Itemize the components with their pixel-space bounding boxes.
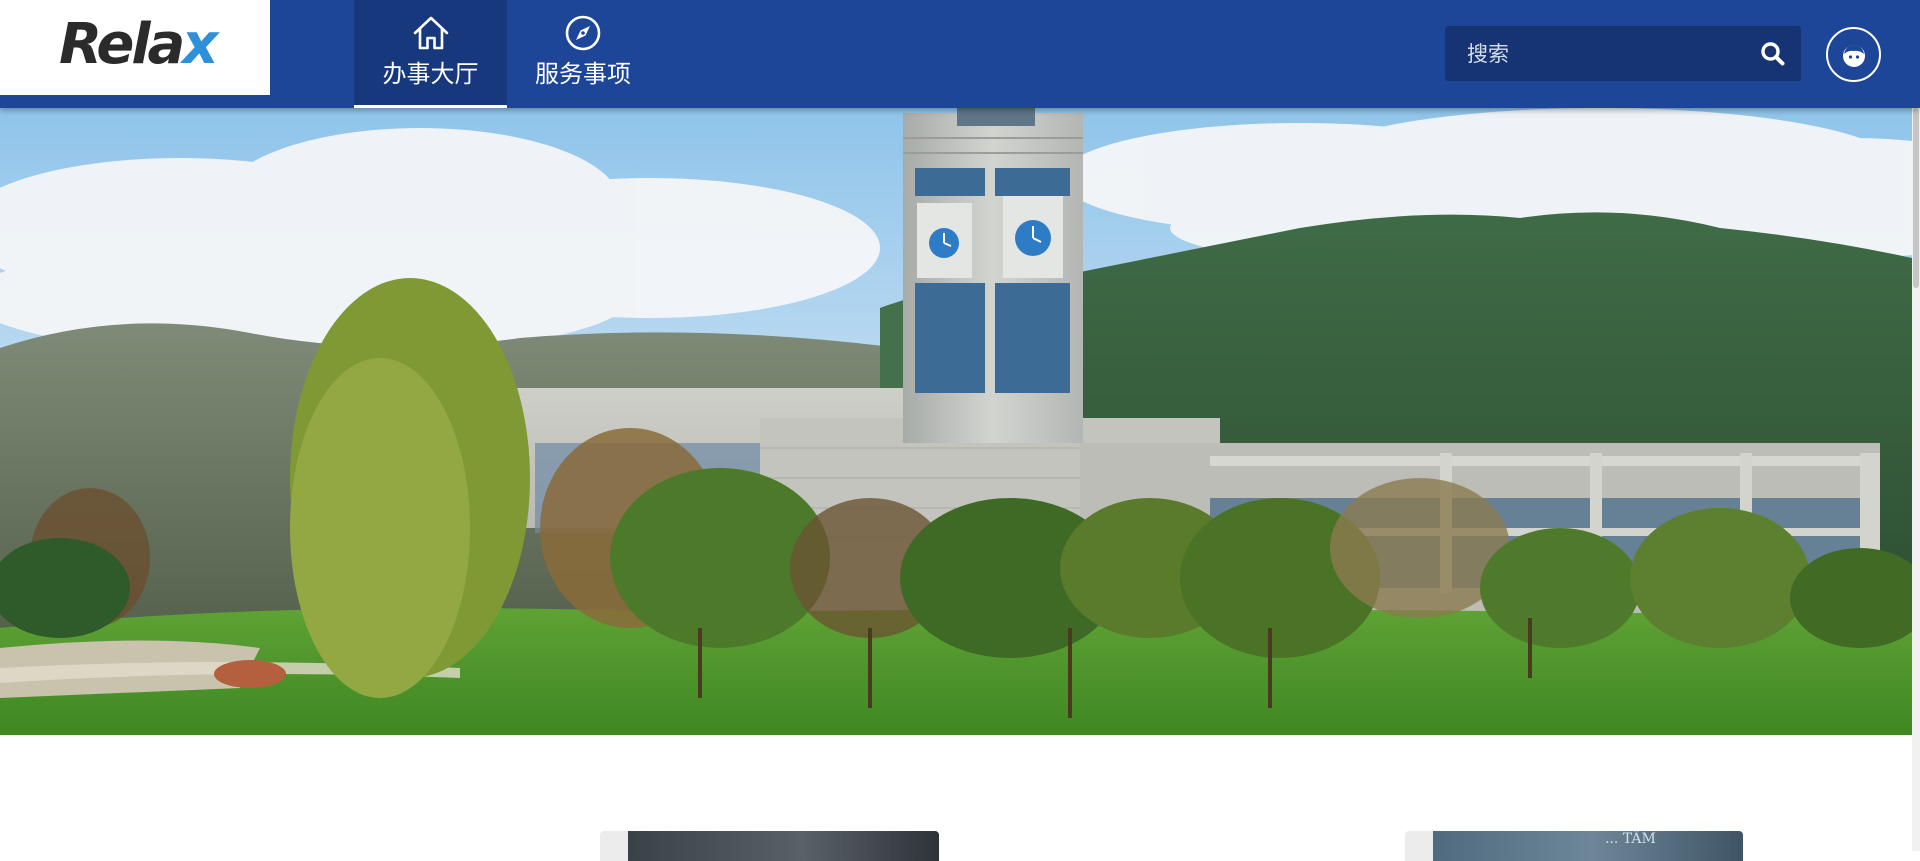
search-box xyxy=(1445,26,1801,81)
top-header: Relax 办事大厅 服务事项 xyxy=(0,0,1920,108)
nav-tab-service-items[interactable]: 服务事项 xyxy=(507,0,659,108)
logo-text: Relax xyxy=(59,12,218,77)
logo[interactable]: Relax xyxy=(0,0,270,95)
search-input[interactable] xyxy=(1445,26,1745,81)
user-avatar-button[interactable] xyxy=(1826,27,1881,82)
compass-icon xyxy=(565,15,601,51)
search-icon[interactable] xyxy=(1759,40,1787,68)
service-card-2[interactable]: ... TÂM xyxy=(1405,831,1743,861)
banner-photo xyxy=(0,108,1912,735)
card-image-text: ... TÂM xyxy=(1605,831,1656,847)
home-icon xyxy=(413,16,448,50)
service-card-1[interactable] xyxy=(600,831,939,861)
nav-tab-label: 办事大厅 xyxy=(382,60,479,88)
scrollbar-thumb[interactable] xyxy=(1913,108,1919,288)
page-scrollbar[interactable] xyxy=(1912,108,1920,851)
user-avatar-icon xyxy=(1842,44,1865,67)
nav-tab-service-hall[interactable]: 办事大厅 xyxy=(354,0,507,108)
hero-banner xyxy=(0,108,1912,735)
nav-tab-label: 服务事项 xyxy=(535,60,631,88)
